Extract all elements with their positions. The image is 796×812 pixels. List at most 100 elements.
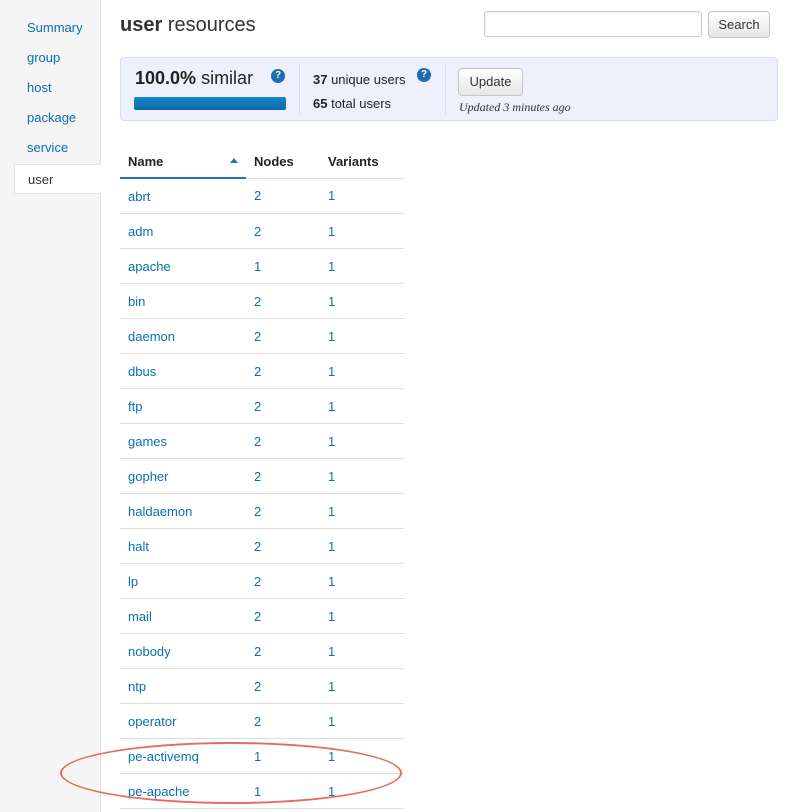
table-row: nobody 2 1 <box>120 633 404 669</box>
nodes-count-link[interactable]: 2 <box>246 423 320 459</box>
sort-ascending-icon <box>230 158 238 163</box>
nodes-count-link[interactable]: 1 <box>246 248 320 284</box>
nodes-count-link[interactable]: 2 <box>246 493 320 529</box>
nodes-count-link[interactable]: 1 <box>246 738 320 774</box>
table-row: mail 2 1 <box>120 598 404 634</box>
variants-count-link[interactable]: 1 <box>320 213 404 249</box>
variants-count-link[interactable]: 1 <box>320 528 404 564</box>
sidebar-item-package[interactable]: package <box>14 103 100 133</box>
sidebar-item-user[interactable]: user <box>14 164 101 194</box>
table-row: halt 2 1 <box>120 528 404 564</box>
variants-count-link[interactable]: 1 <box>320 633 404 669</box>
nodes-count-link[interactable]: 2 <box>246 528 320 564</box>
user-name-link[interactable]: ntp <box>120 668 246 704</box>
user-name-link[interactable]: dbus <box>120 353 246 389</box>
variants-count-link[interactable]: 1 <box>320 248 404 284</box>
user-name-link[interactable]: apache <box>120 248 246 284</box>
variants-count-link[interactable]: 1 <box>320 423 404 459</box>
search-input[interactable] <box>484 11 702 37</box>
resources-table: Name Nodes Variants abrt 2 1 adm 2 1 apache 1 1 b… <box>120 145 404 809</box>
nodes-count-link[interactable]: 2 <box>246 563 320 599</box>
user-name-link[interactable]: pe-activemq <box>120 738 246 774</box>
user-name-link[interactable]: operator <box>120 703 246 739</box>
column-header-name-label: Name <box>128 153 164 169</box>
variants-count-link[interactable]: 1 <box>320 563 404 599</box>
sidebar-item-group[interactable]: group <box>14 43 100 73</box>
similarity-progress-fill <box>134 97 286 110</box>
nodes-count-link[interactable]: 1 <box>246 773 320 809</box>
table-row: apache 1 1 <box>120 248 404 284</box>
variants-count-link[interactable]: 1 <box>320 493 404 529</box>
column-header-name[interactable]: Name <box>120 145 246 179</box>
variants-count-link[interactable]: 1 <box>320 353 404 389</box>
nodes-count-link[interactable]: 2 <box>246 598 320 634</box>
search-button[interactable]: Search <box>708 11 770 38</box>
help-icon[interactable]: ? <box>271 69 285 83</box>
user-name-link[interactable]: games <box>120 423 246 459</box>
nodes-count-link[interactable]: 2 <box>246 458 320 494</box>
table-row: operator 2 1 <box>120 703 404 739</box>
user-name-link[interactable]: pe-apache <box>120 773 246 809</box>
table-row: abrt 2 1 <box>120 178 404 214</box>
variants-count-link[interactable]: 1 <box>320 458 404 494</box>
table-header-row: Name Nodes Variants <box>120 145 404 179</box>
divider <box>445 64 446 114</box>
table-row: gopher 2 1 <box>120 458 404 494</box>
table-row: lp 2 1 <box>120 563 404 599</box>
nodes-count-link[interactable]: 2 <box>246 283 320 319</box>
user-name-link[interactable]: ftp <box>120 388 246 424</box>
user-name-link[interactable]: bin <box>120 283 246 319</box>
nodes-count-link[interactable]: 2 <box>246 213 320 249</box>
nodes-count-link[interactable]: 2 <box>246 178 320 214</box>
sidebar-item-service[interactable]: service <box>14 133 100 163</box>
table-row: ftp 2 1 <box>120 388 404 424</box>
nodes-count-link[interactable]: 2 <box>246 703 320 739</box>
table-row: pe-activemq 1 1 <box>120 738 404 774</box>
table-row: pe-apache 1 1 <box>120 773 404 809</box>
unique-users-stat: 37 unique users <box>313 72 406 87</box>
user-name-link[interactable]: mail <box>120 598 246 634</box>
user-name-link[interactable]: adm <box>120 213 246 249</box>
help-icon[interactable]: ? <box>417 68 431 82</box>
table-row: haldaemon 2 1 <box>120 493 404 529</box>
variants-count-link[interactable]: 1 <box>320 738 404 774</box>
variants-count-link[interactable]: 1 <box>320 388 404 424</box>
total-users-label: total users <box>327 96 392 111</box>
variants-count-link[interactable]: 1 <box>320 598 404 634</box>
variants-count-link[interactable]: 1 <box>320 318 404 354</box>
variants-count-link[interactable]: 1 <box>320 703 404 739</box>
nodes-count-link[interactable]: 2 <box>246 353 320 389</box>
nodes-count-link[interactable]: 2 <box>246 388 320 424</box>
page-title-rest: resources <box>162 14 256 36</box>
user-name-link[interactable]: gopher <box>120 458 246 494</box>
updated-timestamp: Updated 3 minutes ago <box>459 100 571 114</box>
table-row: games 2 1 <box>120 423 404 459</box>
total-users-count: 65 <box>313 96 328 111</box>
column-header-nodes[interactable]: Nodes <box>246 145 320 179</box>
user-name-link[interactable]: haldaemon <box>120 493 246 529</box>
user-name-link[interactable]: nobody <box>120 633 246 669</box>
variants-count-link[interactable]: 1 <box>320 178 404 214</box>
sidebar-item-summary[interactable]: Summary <box>14 13 100 43</box>
nodes-count-link[interactable]: 2 <box>246 633 320 669</box>
table-row: adm 2 1 <box>120 213 404 249</box>
nodes-count-link[interactable]: 2 <box>246 318 320 354</box>
user-name-link[interactable]: lp <box>120 563 246 599</box>
user-name-link[interactable]: abrt <box>120 178 246 214</box>
user-name-link[interactable]: halt <box>120 528 246 564</box>
table-row: bin 2 1 <box>120 283 404 319</box>
page-title-bold: user <box>120 14 163 36</box>
table-body: abrt 2 1 adm 2 1 apache 1 1 bin 2 1 daemon 2 1 dbus 2 1 ft… <box>120 178 404 809</box>
similarity-value: 100.0% similar <box>135 68 253 89</box>
update-button[interactable]: Update <box>458 68 523 96</box>
nodes-count-link[interactable]: 2 <box>246 668 320 704</box>
sidebar-item-host[interactable]: host <box>14 73 100 103</box>
table-row: dbus 2 1 <box>120 353 404 389</box>
column-header-variants[interactable]: Variants <box>320 145 404 179</box>
variants-count-link[interactable]: 1 <box>320 773 404 809</box>
variants-count-link[interactable]: 1 <box>320 283 404 319</box>
variants-count-link[interactable]: 1 <box>320 668 404 704</box>
similarity-label: similar <box>196 68 254 88</box>
similarity-progress-bar <box>134 97 286 110</box>
user-name-link[interactable]: daemon <box>120 318 246 354</box>
